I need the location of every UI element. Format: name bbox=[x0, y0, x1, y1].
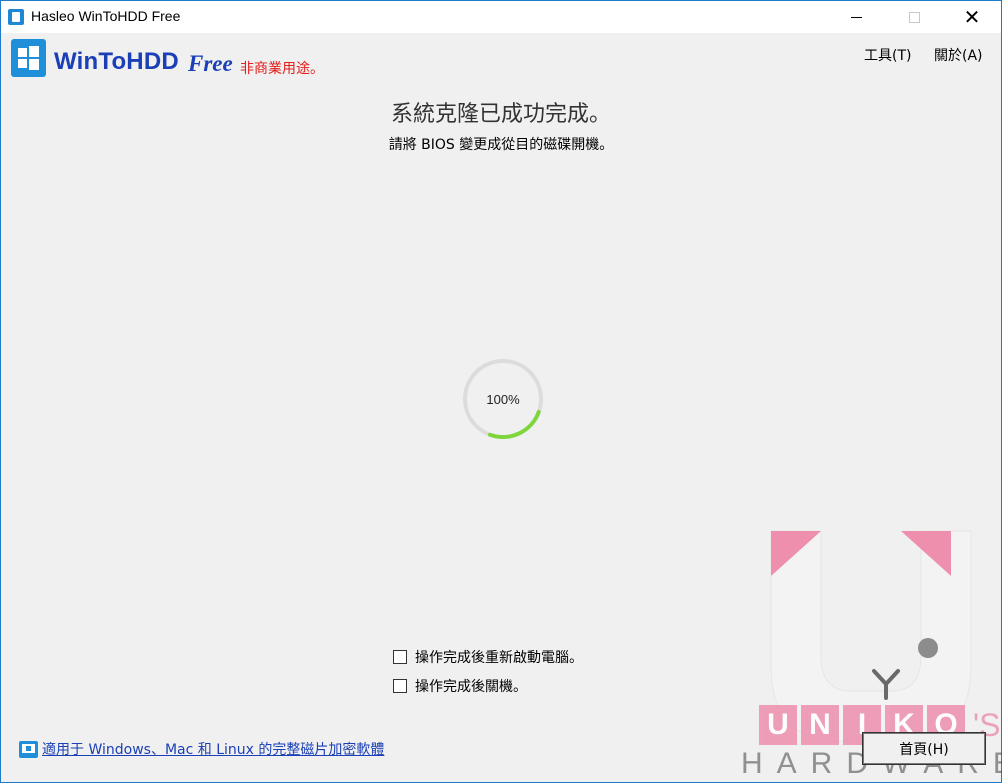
license-note: 非商業用途。 bbox=[240, 61, 324, 77]
shutdown-option-label: 操作完成後關機。 bbox=[415, 679, 527, 695]
app-window: Hasleo WinToHDD Free ✕ WinToHDD Free 非商業… bbox=[0, 0, 1002, 783]
maximize-button[interactable] bbox=[885, 1, 943, 33]
progress-label: 100% bbox=[486, 391, 520, 407]
status-subline: 請將 BIOS 變更成從目的磁碟開機。 bbox=[388, 137, 614, 153]
title-bar[interactable]: Hasleo WinToHDD Free ✕ bbox=[1, 1, 1001, 33]
watermark-letter: N bbox=[801, 705, 839, 745]
close-icon: ✕ bbox=[963, 5, 981, 29]
window-title: Hasleo WinToHDD Free bbox=[31, 8, 181, 24]
minimize-button[interactable] bbox=[827, 1, 885, 33]
product-edition: Free bbox=[188, 51, 233, 76]
minimize-icon bbox=[850, 16, 862, 18]
restart-option[interactable]: 操作完成後重新啟動電腦。 bbox=[393, 647, 583, 667]
app-icon bbox=[8, 9, 24, 25]
restart-option-label: 操作完成後重新啟動電腦。 bbox=[415, 650, 583, 666]
shutdown-option[interactable]: 操作完成後關機。 bbox=[393, 676, 527, 696]
promo-link-text[interactable]: 適用于 Windows、Mac 和 Linux 的完整磁片加密軟體 bbox=[42, 739, 384, 759]
menu-about[interactable]: 關於(A) bbox=[934, 45, 983, 65]
disk-encryption-icon bbox=[19, 740, 38, 758]
menu-tools[interactable]: 工具(T) bbox=[864, 45, 911, 65]
progress-ring: 100% bbox=[461, 357, 545, 441]
maximize-icon bbox=[908, 11, 920, 23]
shutdown-checkbox[interactable] bbox=[393, 679, 407, 693]
promo-link[interactable]: 適用于 Windows、Mac 和 Linux 的完整磁片加密軟體 bbox=[19, 739, 384, 759]
windows-logo-icon bbox=[11, 39, 46, 77]
restart-checkbox[interactable] bbox=[393, 650, 407, 664]
product-name: WinToHDD bbox=[54, 48, 179, 75]
home-button[interactable]: 首頁(H) bbox=[862, 732, 986, 765]
close-button[interactable]: ✕ bbox=[943, 1, 1001, 33]
status-headline: 系統克隆已成功完成。 bbox=[390, 102, 611, 127]
watermark-letter: U bbox=[759, 705, 797, 745]
